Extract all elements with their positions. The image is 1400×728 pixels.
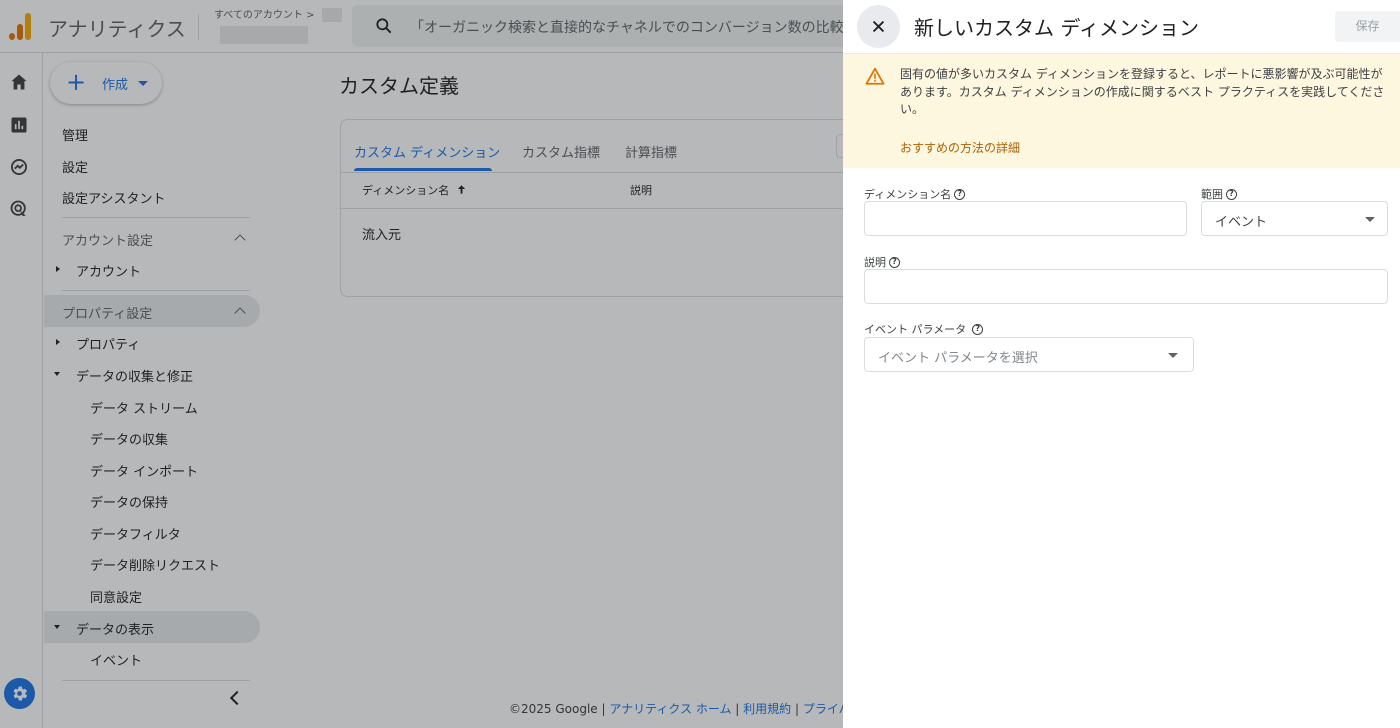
warning-text: 固有の値が多いカスタム ディメンションを登録すると、レポートに悪影響が及ぶ可能性… [900,67,1385,116]
event-parameter-placeholder: イベント パラメータを選択 [878,351,1038,366]
save-button[interactable]: 保存 [1335,11,1400,42]
help-icon[interactable]: ? [1226,188,1237,200]
new-custom-dimension-panel: 新しいカスタム ディメンション 保存 固有の値が多いカスタム ディメンションを登… [843,0,1400,728]
scope-select[interactable]: イベント [1201,201,1388,236]
panel-title: 新しいカスタム ディメンション [914,16,1199,40]
event-parameter-select[interactable]: イベント パラメータを選択 [864,337,1194,372]
description-input[interactable] [864,269,1388,304]
description-label: 説明 ? [864,254,900,270]
dropdown-arrow-icon [1365,217,1375,222]
modal-scrim[interactable] [0,0,843,728]
panel-header: 新しいカスタム ディメンション 保存 [843,0,1400,54]
warning-icon [865,67,885,85]
label-text: ディメンション名 [864,188,952,201]
close-icon [872,20,885,33]
help-icon[interactable]: ? [889,256,900,268]
best-practices-link[interactable]: おすすめの方法の詳細 [900,139,1020,156]
label-text: 説明 [864,256,886,269]
label-text: イベント パラメータ [864,323,967,336]
label-text: 範囲 [1201,188,1223,201]
event-parameter-label: イベント パラメータ ? [864,321,984,337]
help-icon[interactable]: ? [972,323,984,335]
help-icon[interactable]: ? [954,188,966,200]
dimension-name-input[interactable] [864,201,1187,236]
dropdown-arrow-icon [1168,353,1178,358]
warning-banner: 固有の値が多いカスタム ディメンションを登録すると、レポートに悪影響が及ぶ可能性… [843,54,1400,168]
close-button[interactable] [857,5,900,48]
scope-selected-value: イベント [1215,215,1268,230]
scope-label: 範囲 ? [1201,186,1237,202]
dimension-name-label: ディメンション名 ? [864,186,966,202]
